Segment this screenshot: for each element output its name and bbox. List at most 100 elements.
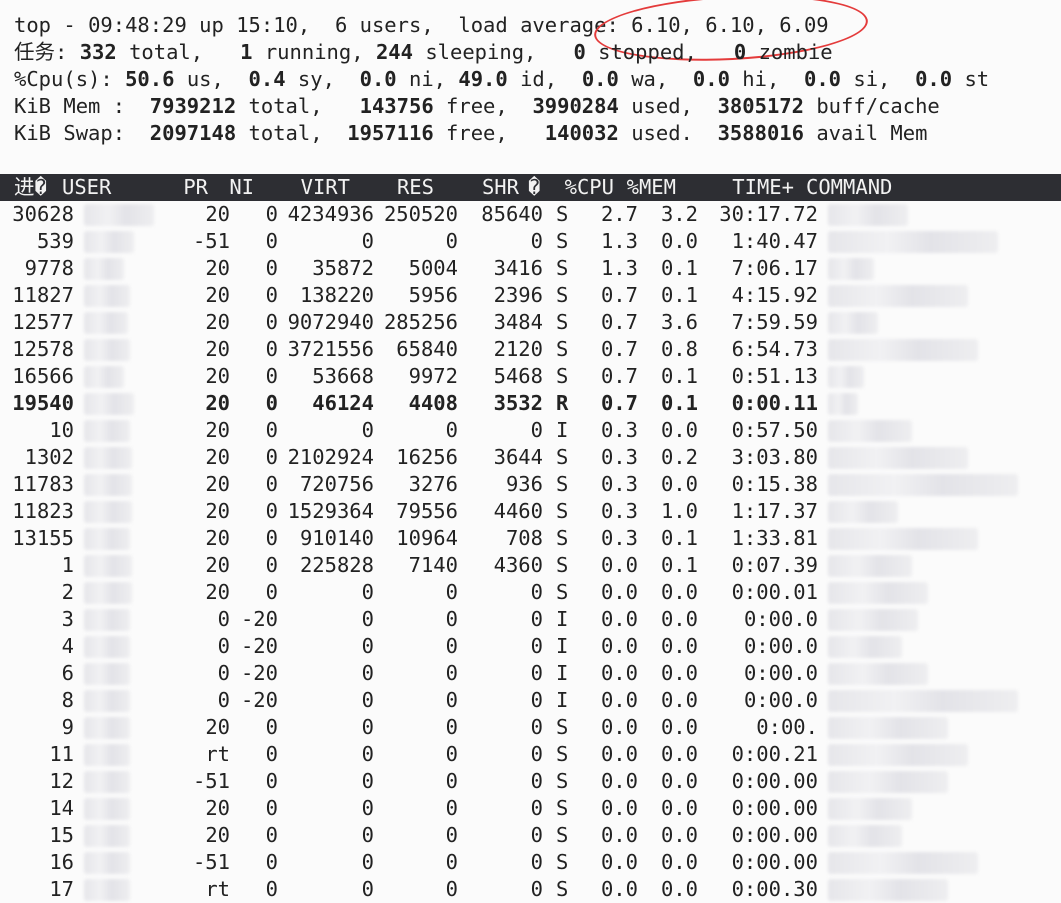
table-row[interactable]: 14 20 0 0 0 0 S 0.0 0.0 0:00.00	[0, 795, 1061, 822]
cell-time: 3:03.80	[731, 445, 818, 469]
cell-virt: 3721556	[287, 337, 374, 361]
table-row[interactable]: 9 20 0 0 0 0 S 0.0 0.0 0:00.	[0, 714, 1061, 741]
table-row[interactable]: 6 0 -20 0 0 0 I 0.0 0.0 0:00.0	[0, 660, 1061, 687]
cell-time: 1:33.81	[731, 526, 818, 550]
col-header-cpu[interactable]: %CPU	[560, 174, 614, 201]
cell-shr: 3484	[493, 310, 543, 334]
col-header-shr[interactable]: SHR	[455, 174, 519, 201]
cell-time: 7:06.17	[731, 256, 818, 280]
cell-nice: 0	[265, 337, 278, 361]
cell-nice: 0	[265, 310, 278, 334]
table-row[interactable]: 1302 20 0 2102924 16256 3644 S 0.3 0.2 3:03.80	[0, 444, 1061, 471]
redacted-command	[828, 744, 968, 766]
cell-time: 0:00.0	[743, 688, 818, 712]
swap-total-label: total,	[248, 121, 323, 145]
table-row[interactable]: 11827 20 0 138220 5956 2396 S 0.7 0.1 4:15.92	[0, 282, 1061, 309]
cell-res: 5956	[408, 283, 458, 307]
cell-pid: 30628	[12, 202, 74, 226]
col-header-state[interactable]: �	[528, 174, 540, 201]
users-count: 6 users,	[334, 13, 434, 37]
redacted-command	[828, 366, 864, 388]
table-row[interactable]: 10 20 0 0 0 0 I 0.3 0.0 0:57.50	[0, 417, 1061, 444]
cell-time: 0:00.11	[731, 391, 818, 415]
redacted-command	[828, 393, 858, 415]
cell-mem: 0.0	[660, 634, 698, 658]
table-row[interactable]: 15 20 0 0 0 0 S 0.0 0.0 0:00.00	[0, 822, 1061, 849]
redacted-user	[84, 501, 132, 523]
cell-shr: 4360	[493, 553, 543, 577]
col-header-virt[interactable]: VIRT	[270, 174, 350, 201]
redacted-user	[84, 231, 134, 253]
cell-nice: 0	[265, 796, 278, 820]
cell-nice: 0	[265, 823, 278, 847]
cell-nice: 0	[265, 526, 278, 550]
table-row[interactable]: 30628 20 0 4234936 250520 85640 S 2.7 3.2 30:17.7…	[0, 201, 1061, 228]
table-row[interactable]: 3 0 -20 0 0 0 I 0.0 0.0 0:00.0	[0, 606, 1061, 633]
table-row[interactable]: 9778 20 0 35872 5004 3416 S 1.3 0.1 7:06.17	[0, 255, 1061, 282]
col-header-user[interactable]: USER	[62, 174, 111, 201]
redacted-user	[84, 555, 132, 577]
cell-time: 0:00.00	[731, 823, 818, 847]
col-header-time[interactable]: TIME+	[700, 174, 794, 201]
table-row[interactable]: 539 -51 0 0 0 0 S 1.3 0.0 1:40.47	[0, 228, 1061, 255]
redacted-user	[84, 852, 130, 874]
cell-time: 0:00.0	[743, 661, 818, 685]
cell-pid: 9778	[24, 256, 74, 280]
table-row[interactable]: 12577 20 0 9072940 285256 3484 S 0.7 3.6 7:59.59	[0, 309, 1061, 336]
cell-virt: 35872	[312, 256, 374, 280]
redacted-user	[84, 528, 130, 550]
table-row[interactable]: 11 rt 0 0 0 0 S 0.0 0.0 0:00.21	[0, 741, 1061, 768]
cell-nice: 0	[265, 499, 278, 523]
table-row[interactable]: 8 0 -20 0 0 0 I 0.0 0.0 0:00.0	[0, 687, 1061, 714]
cell-time: 0:57.50	[731, 418, 818, 442]
swap-free-label: free,	[446, 121, 508, 145]
col-header-res[interactable]: RES	[370, 174, 434, 201]
table-row[interactable]: 13155 20 0 910140 10964 708 S 0.3 0.1 1:33.81	[0, 525, 1061, 552]
col-header-pid[interactable]: 进�	[14, 174, 47, 201]
cell-nice: 0	[265, 418, 278, 442]
col-header-pr[interactable]: PR	[150, 174, 208, 201]
cell-time: 0:00.00	[731, 850, 818, 874]
cell-pid: 11823	[12, 499, 74, 523]
cell-pid: 14	[49, 796, 74, 820]
table-row[interactable]: 19540 20 0 46124 4408 3532 R 0.7 0.1 0:00.11	[0, 390, 1061, 417]
col-header-ni[interactable]: NI	[212, 174, 254, 201]
cell-pid: 19540	[12, 391, 74, 415]
redacted-user	[84, 879, 130, 901]
cell-pid: 10	[49, 418, 74, 442]
table-row[interactable]: 16 -51 0 0 0 0 S 0.0 0.0 0:00.00	[0, 849, 1061, 876]
mem-total: 7939212	[149, 94, 237, 118]
table-row[interactable]: 16566 20 0 53668 9972 5468 S 0.7 0.1 0:51.13	[0, 363, 1061, 390]
cell-mem: 0.0	[660, 850, 698, 874]
cell-res: 3276	[408, 472, 458, 496]
uptime-label: up	[186, 13, 237, 37]
table-row[interactable]: 11823 20 0 1529364 79556 4460 S 0.3 1.0 1:17.37	[0, 498, 1061, 525]
cell-mem: 0.1	[660, 553, 698, 577]
cell-res: 0	[445, 661, 458, 685]
table-row[interactable]: 11783 20 0 720756 3276 936 S 0.3 0.0 0:15.38	[0, 471, 1061, 498]
table-row[interactable]: 12578 20 0 3721556 65840 2120 S 0.7 0.8 6:54.73	[0, 336, 1061, 363]
cell-mem: 0.0	[660, 580, 698, 604]
redacted-command	[828, 231, 998, 253]
col-header-command[interactable]: COMMAND	[806, 174, 892, 201]
table-row[interactable]: 12 -51 0 0 0 0 S 0.0 0.0 0:00.00	[0, 768, 1061, 795]
cell-nice: 0	[265, 769, 278, 793]
cell-res: 9972	[408, 364, 458, 388]
table-row[interactable]: 1 20 0 225828 7140 4360 S 0.0 0.1 0:07.39	[0, 552, 1061, 579]
cell-time: 0:00.00	[731, 769, 818, 793]
col-header-mem[interactable]: %MEM	[620, 174, 676, 201]
swap-avail-label: avail Mem	[816, 121, 928, 145]
mem-cache: 3805172	[717, 94, 804, 118]
cell-shr: 0	[530, 634, 543, 658]
redacted-command	[828, 636, 902, 658]
cell-shr: 0	[530, 742, 543, 766]
table-row[interactable]: 4 0 -20 0 0 0 I 0.0 0.0 0:00.0	[0, 633, 1061, 660]
tasks-zombie-label: zombie	[758, 40, 833, 64]
cell-res: 0	[445, 607, 458, 631]
cpu-ni-label: ni,	[409, 67, 447, 91]
swap-total: 2097148	[149, 121, 237, 145]
table-row[interactable]: 2 20 0 0 0 0 S 0.0 0.0 0:00.01	[0, 579, 1061, 606]
redacted-user	[84, 204, 154, 226]
cell-virt: 720756	[299, 472, 374, 496]
redacted-command	[828, 609, 918, 631]
